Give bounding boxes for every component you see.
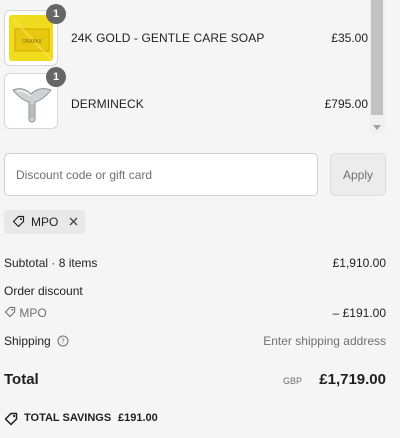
tag-icon	[4, 306, 16, 321]
soap-logo: ORAFAX	[22, 39, 42, 45]
shipping-value: Enter shipping address	[263, 334, 386, 348]
discount-row: MPO	[4, 306, 47, 321]
product-price: £35.00	[331, 31, 368, 45]
savings-tag-icon	[4, 412, 18, 429]
discount-code-input[interactable]	[4, 153, 318, 196]
scroll-down-arrow-icon[interactable]	[373, 125, 381, 130]
total-label: Total	[4, 371, 39, 388]
tag-icon	[12, 215, 25, 231]
product-name: DERMINECK	[71, 97, 144, 111]
cart-item: 1 DERMINECK £795.00	[0, 67, 370, 133]
savings-label: TOTAL SAVINGS	[24, 412, 112, 424]
savings-value: £191.00	[118, 412, 158, 424]
product-price: £795.00	[324, 97, 368, 111]
product-thumbnail: ORAFAX 1	[4, 4, 66, 66]
currency-code: GBP	[282, 376, 302, 386]
shipping-row: Shipping ?	[4, 334, 69, 350]
shipping-label: Shipping	[4, 334, 51, 348]
total-value: £1,719.00	[319, 371, 386, 388]
remove-discount-icon[interactable]	[68, 216, 79, 230]
quantity-badge: 1	[46, 4, 66, 24]
cart-item-list: ORAFAX 1 24K GOLD - GENTLE CARE SOAP £35…	[0, 0, 385, 140]
product-thumbnail: 1	[4, 67, 66, 129]
help-icon[interactable]: ?	[57, 335, 69, 350]
discount-value: – £191.00	[332, 306, 386, 320]
scrollbar[interactable]	[369, 0, 385, 134]
dermineck-product-image	[9, 78, 53, 124]
cart-item: ORAFAX 1 24K GOLD - GENTLE CARE SOAP £35…	[0, 4, 370, 70]
subtotal-value: £1,910.00	[332, 256, 386, 270]
svg-text:?: ?	[61, 338, 65, 346]
apply-button[interactable]: Apply	[330, 153, 386, 196]
applied-discount-chip: MPO	[4, 210, 85, 234]
subtotal-label: Subtotal · 8 items	[4, 256, 98, 270]
discount-code-label: MPO	[31, 215, 59, 229]
discount-code-text: MPO	[19, 306, 47, 320]
soap-product-image: ORAFAX	[9, 15, 53, 61]
order-discount-label: Order discount	[4, 284, 83, 298]
quantity-badge: 1	[46, 67, 66, 87]
product-name: 24K GOLD - GENTLE CARE SOAP	[71, 31, 265, 45]
scrollbar-thumb[interactable]	[371, 0, 383, 115]
